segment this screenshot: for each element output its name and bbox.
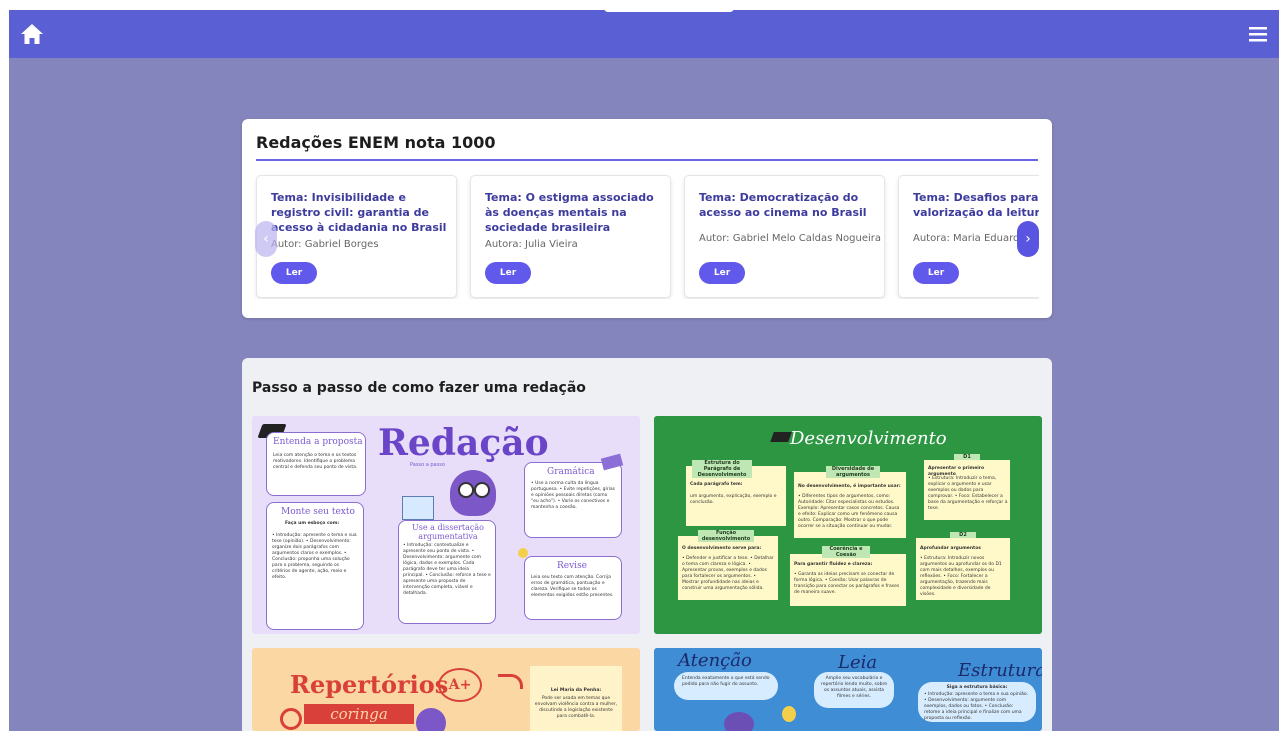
essays-section: Redações ENEM nota 1000 Tema: Invisibili… (242, 119, 1052, 318)
read-button[interactable]: Ler (271, 262, 317, 284)
essays-carousel: Tema: Invisibilidade e registro civil: g… (254, 174, 1039, 299)
essay-title: Tema: O estigma associado às doenças men… (485, 191, 654, 234)
note-sub: Aprofundar argumentos (920, 546, 981, 551)
note-funcao: Função desenvolvimento O desenvolvimento… (678, 530, 778, 600)
page-left-edge (0, 10, 9, 731)
owl-mascot-icon (416, 708, 446, 731)
menu-icon[interactable] (1247, 23, 1269, 45)
monte-box: Monte seu texto Faça um esboço com: • In… (266, 502, 364, 630)
coringa-label: coringa (304, 704, 414, 724)
atencao-text: Entenda exatamente o que está sendo pedi… (682, 676, 770, 687)
entenda-head: Entenda a proposta (273, 437, 363, 447)
repertorios-title: Repertórios (290, 670, 449, 699)
read-button[interactable]: Ler (485, 262, 531, 284)
note-estrutura: Estrutura do Parágrafo de Desenvolviment… (686, 460, 786, 526)
lightbulb-icon (518, 548, 528, 558)
note-sub: No desenvolvimento, é importante usar: (798, 484, 901, 489)
essay-card: Tema: Invisibilidade e registro civil: g… (256, 175, 457, 298)
navbar (9, 10, 1279, 58)
note-head: Lei Maria da Penha: (550, 688, 602, 693)
note-text: • Estrutura: Introduzir o tema, explicar… (928, 476, 1008, 511)
essay-card: Tema: Democratização do acesso ao cinema… (684, 175, 885, 298)
atencao-bubble: Entenda exatamente o que está sendo pedi… (674, 672, 778, 700)
note-sub: Cada parágrafo tem: (690, 482, 743, 487)
note-diversidade: Diversidade de argumentos No desenvolvim… (794, 466, 906, 538)
essay-title: Tema: Desafios para a valorização da lei… (913, 191, 1039, 219)
leia-text: Amplie seu vocabulário e repertório lend… (820, 676, 888, 699)
monte-sub: Faça um esboço com: (285, 521, 340, 526)
estrutura-title: Estrutura (958, 660, 1042, 681)
note-head: Diversidade de argumentos (826, 466, 880, 478)
essay-author: Autor: Gabriel Borges (271, 239, 379, 250)
essay-title: Tema: Democratização do acesso ao cinema… (699, 191, 867, 219)
estrutura-sub: Siga a estrutura básica: (946, 685, 1008, 690)
grade-badge: A+ (438, 668, 482, 702)
note-head: D1 (954, 454, 980, 460)
repertorio-note: Lei Maria da Penha: Pode ser usada em te… (530, 666, 622, 731)
owl-mascot-icon (724, 712, 754, 731)
carousel-next-button[interactable]: › (1017, 221, 1039, 257)
note-d2: D2 Aprofundar argumentos • Estrutura: In… (916, 532, 1010, 600)
note-coerencia: Coerência e Coesão Para garantir fluidez… (790, 546, 906, 606)
note-text: • Diferentes tipos de argumentos, como: … (798, 494, 900, 529)
desenvolvimento-title: Desenvolvimento (790, 428, 947, 449)
tab-notch (604, 8, 734, 12)
redacao-infographic[interactable]: Redação Passo a passo Entenda a proposta… (252, 416, 640, 634)
entenda-text: Leia com atenção o tema e os textos moti… (273, 453, 358, 470)
leia-title: Leia (838, 652, 878, 673)
section-title: Redações ENEM nota 1000 (256, 133, 1038, 161)
essay-author: Autora: Julia Vieira (485, 239, 578, 250)
atencao-infographic[interactable]: Atenção Entenda exatamente o que está se… (654, 648, 1042, 731)
essay-card: Tema: O estigma associado às doenças men… (470, 175, 671, 298)
read-button[interactable]: Ler (913, 262, 959, 284)
leia-bubble: Amplie seu vocabulário e repertório lend… (814, 672, 894, 708)
graduation-cap-icon (770, 432, 792, 442)
documents-icon (402, 496, 434, 520)
note-text: • Estrutura: Introduzir novos argumentos… (920, 556, 1002, 597)
gramatica-head: Gramática (547, 467, 595, 477)
redacao-title: Redação (378, 422, 549, 464)
revise-box: Revise Leia seu texto com atenção. Corri… (524, 556, 622, 620)
arrow-icon (498, 674, 523, 689)
steps-section: Passo a passo de como fazer uma redação … (242, 358, 1052, 731)
note-text: • Garanta as ideias precisam se conectar… (794, 572, 900, 595)
note-head: D2 (950, 532, 976, 538)
magnifier-icon (280, 708, 302, 730)
lightbulb-icon (782, 706, 796, 722)
estrutura-text: • Introdução: apresente o tema e sua opi… (924, 692, 1028, 721)
essay-author: Autor: Gabriel Melo Caldas Nogueira (699, 233, 881, 244)
redacao-subtitle: Passo a passo (410, 462, 445, 468)
note-text: um argumento, explicação, exemplo e conc… (690, 494, 777, 505)
gramatica-box: Gramática • Use a norma culta da língua … (524, 462, 622, 538)
desenvolvimento-infographic[interactable]: Desenvolvimento Estrutura do Parágrafo d… (654, 416, 1042, 634)
note-sub: Para garantir fluidez e clareza: (794, 562, 873, 567)
owl-mascot-icon (450, 470, 496, 516)
note-text: • Defender e justificar a tese. • Detalh… (682, 556, 774, 591)
section-title: Passo a passo de como fazer uma redação (252, 380, 586, 396)
note-head: Estrutura do Parágrafo de Desenvolviment… (692, 460, 752, 478)
estrutura-bubble: Siga a estrutura básica: • Introdução: a… (918, 682, 1036, 722)
revise-text: Leia seu texto com atenção. Corrija erro… (531, 575, 614, 598)
atencao-title: Atenção (678, 650, 752, 671)
read-button[interactable]: Ler (699, 262, 745, 284)
entenda-box: Entenda a proposta Leia com atenção o te… (266, 432, 366, 496)
dissertacao-head: Use a dissertação argumentativa (412, 523, 484, 541)
note-head: Função desenvolvimento (698, 530, 754, 542)
note-text: Pode ser usada em temas que envolvam vio… (534, 696, 618, 719)
home-icon[interactable] (19, 21, 45, 47)
revise-head: Revise (557, 561, 588, 571)
repertorios-infographic[interactable]: Repertórios A+ coringa Lei Maria da Penh… (252, 648, 640, 731)
essay-title: Tema: Invisibilidade e registro civil: g… (271, 191, 447, 234)
note-sub: O desenvolvimento serve para: (682, 546, 762, 551)
monte-head: Monte seu texto (281, 507, 355, 517)
dissertacao-text: • Introdução: contextualize e apresente … (403, 543, 491, 596)
carousel-prev-button[interactable]: ‹ (255, 221, 277, 257)
gramatica-text: • Use a norma culta da língua portuguesa… (531, 481, 615, 510)
note-d1: D1 Apresentar o primeiro argumento • Est… (924, 454, 1010, 520)
note-head: Coerência e Coesão (822, 546, 870, 558)
dissertacao-box: Use a dissertação argumentativa • Introd… (398, 520, 496, 624)
monte-text: • Introdução: apresente o tema e sua tes… (272, 533, 357, 580)
